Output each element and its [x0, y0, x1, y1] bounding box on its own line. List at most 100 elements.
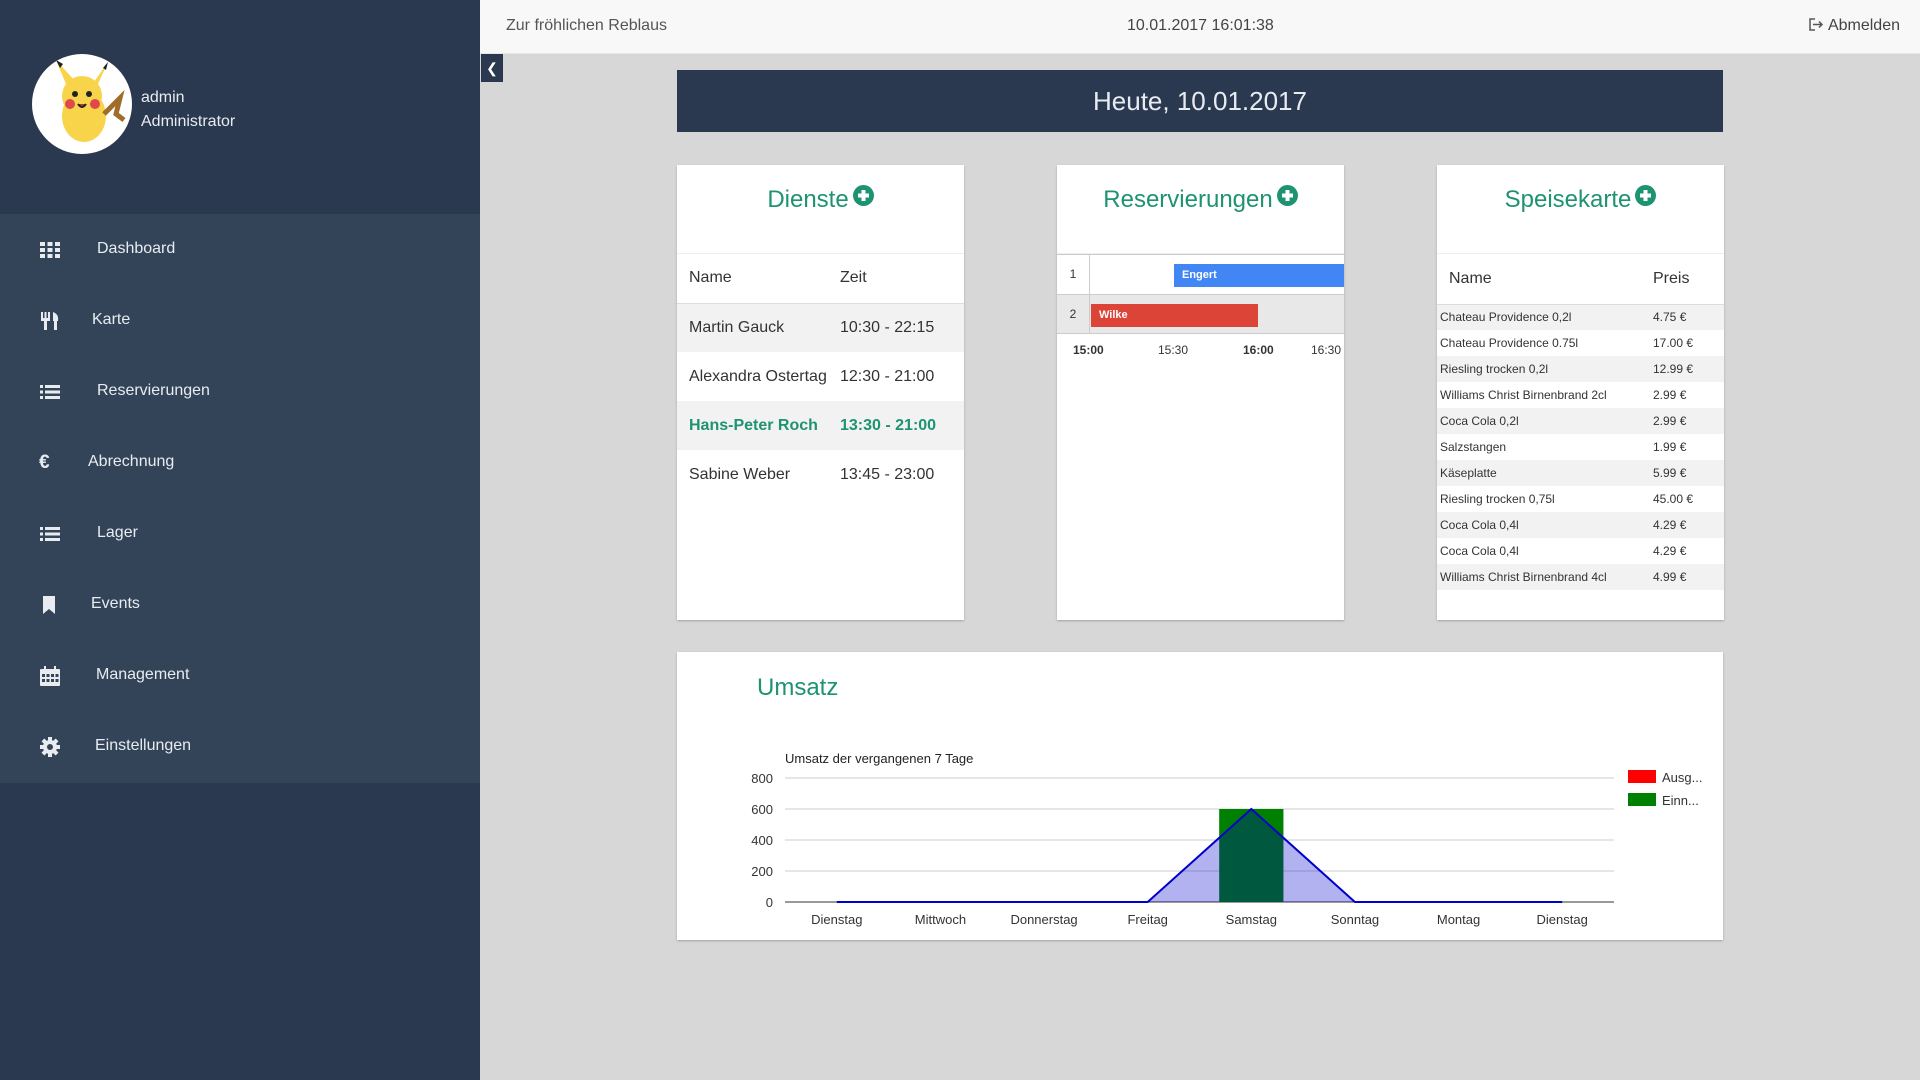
timeline-tick: 16:30 [1311, 343, 1342, 357]
y-tick-label: 400 [751, 833, 773, 848]
dienst-name: Martin Gauck [677, 303, 840, 352]
logout-button[interactable]: Abmelden [1809, 17, 1900, 35]
sidebar-item-events[interactable]: Events [0, 569, 480, 640]
y-tick-label: 0 [766, 895, 773, 910]
reservierungen-card: Reservierungen 1 Engert 2 Wilke 15:00 15… [1057, 165, 1344, 620]
sidebar-menu: Dashboard Karte Reservierungen € Abrechn… [0, 214, 480, 783]
x-tick-label: Samstag [1226, 912, 1277, 927]
dienst-time: 13:30 - 21:00 [840, 401, 964, 450]
umsatz-panel: Umsatz Umsatz der vergangenen 7 Tage 0 200… [677, 652, 1723, 940]
dienst-name: Alexandra Ostertag [689, 367, 827, 385]
item-price: 12.99 € [1653, 356, 1724, 382]
column-header-price: Preis [1653, 254, 1724, 305]
item-name: Coca Cola 0,4l [1437, 512, 1653, 538]
table-row[interactable]: Chateau Providence 0.75l 17.00 € [1437, 330, 1724, 356]
timeline-row-number: 1 [1057, 255, 1090, 294]
item-price: 2.99 € [1653, 388, 1687, 402]
sidebar-item-label: Dashboard [97, 240, 176, 257]
item-name: Chateau Providence 0,2l [1437, 304, 1653, 330]
table-row[interactable]: Chateau Providence 0,2l 4.75 € [1437, 304, 1724, 330]
item-price: 1.99 € [1653, 440, 1687, 454]
item-name: Chateau Providence 0.75l [1440, 336, 1579, 350]
avatar[interactable] [32, 54, 132, 154]
logout-label: Abmelden [1827, 17, 1900, 34]
table-row[interactable]: Coca Cola 0,4l 4.29 € [1437, 538, 1724, 564]
date-banner: Heute, 10.01.2017 [677, 70, 1723, 132]
page-title: Heute, 10.01.2017 [1093, 86, 1307, 116]
sidebar: admin Administrator Dashboard Karte Rese… [0, 0, 480, 1080]
table-header-row: Name Zeit [677, 254, 964, 304]
sidebar-item-management[interactable]: Management [0, 640, 480, 711]
sidebar-item-label: Events [91, 595, 140, 612]
timeline-row: 2 Wilke [1057, 294, 1344, 334]
speisekarte-title-text: Speisekarte [1504, 186, 1632, 213]
sidebar-item-lager[interactable]: Lager [0, 498, 480, 569]
table-row[interactable]: Käseplatte 5.99 € [1437, 460, 1724, 486]
sidebar-collapse-button[interactable]: ❮ [481, 54, 503, 82]
add-speise-icon[interactable] [1635, 185, 1657, 206]
dienst-time: 13:45 - 23:00 [840, 465, 935, 483]
table-row[interactable]: Coca Cola 0,4l 4.29 € [1437, 512, 1724, 538]
item-price: 4.99 € [1653, 564, 1724, 590]
cutlery-icon [41, 312, 59, 330]
timeline-tick: 16:00 [1243, 343, 1274, 357]
user-info: admin Administrator [141, 86, 235, 134]
sidebar-item-einstellungen[interactable]: Einstellungen [0, 711, 480, 782]
y-tick-label: 600 [751, 802, 773, 817]
item-name: Williams Christ Birnenbrand 4cl [1437, 564, 1653, 590]
table-row[interactable]: Alexandra Ostertag 12:30 - 21:00 [677, 352, 964, 401]
table-row[interactable]: Williams Christ Birnenbrand 2cl 2.99 € [1437, 382, 1724, 408]
sidebar-item-abrechnung[interactable]: € Abrechnung [0, 427, 480, 498]
dienste-title-text: Dienste [767, 186, 849, 213]
current-datetime: 10.01.2017 16:01:38 [1127, 17, 1274, 34]
table-row[interactable]: Riesling trocken 0,75l 45.00 € [1437, 486, 1724, 512]
speisekarte-card: Speisekarte Name Preis Chateau Providenc… [1437, 165, 1724, 620]
table-row[interactable]: Sabine Weber 13:45 - 23:00 [677, 450, 964, 499]
speisekarte-title: Speisekarte [1437, 185, 1724, 214]
add-reservierung-icon[interactable] [1276, 185, 1298, 206]
item-name: Coca Cola 0,4l [1440, 544, 1519, 558]
item-price: 2.99 € [1653, 408, 1724, 434]
table-row-highlighted[interactable]: Hans-Peter Roch 13:30 - 21:00 [677, 401, 964, 450]
table-row[interactable]: Coca Cola 0,2l 2.99 € [1437, 408, 1724, 434]
profile: admin Administrator [0, 0, 480, 214]
sidebar-item-dashboard[interactable]: Dashboard [0, 214, 480, 285]
sidebar-item-label: Karte [92, 311, 131, 328]
dienst-name: Hans-Peter Roch [677, 401, 840, 450]
item-price: 4.75 € [1653, 304, 1724, 330]
reservation-bar[interactable]: Engert [1174, 264, 1344, 287]
grid-icon [40, 242, 60, 258]
sidebar-item-karte[interactable]: Karte [0, 285, 480, 356]
reservierungen-title-text: Reservierungen [1103, 186, 1273, 213]
chevron-left-icon: ❮ [486, 60, 498, 76]
table-row[interactable]: Salzstangen 1.99 € [1437, 434, 1724, 460]
x-tick-label: Dienstag [1537, 912, 1588, 927]
dienste-card: Dienste Name Zeit Martin Gauck 10:30 - 2… [677, 165, 964, 620]
sidebar-item-label: Management [96, 666, 190, 683]
reservation-bar[interactable]: Wilke [1091, 304, 1258, 327]
legend-swatch [1628, 793, 1656, 806]
item-price: 4.29 € [1653, 544, 1687, 558]
logout-icon [1809, 18, 1824, 31]
y-tick-label: 800 [751, 771, 773, 786]
x-tick-label: Montag [1437, 912, 1480, 927]
list-icon [40, 385, 60, 399]
table-row[interactable]: Williams Christ Birnenbrand 4cl 4.99 € [1437, 564, 1724, 590]
x-tick-label: Freitag [1127, 912, 1167, 927]
legend-label: Einn... [1662, 793, 1699, 808]
timeline-tick: 15:00 [1073, 343, 1104, 357]
sidebar-item-label: Reservierungen [97, 382, 210, 399]
table-row[interactable]: Martin Gauck 10:30 - 22:15 [677, 303, 964, 352]
x-tick-label: Dienstag [811, 912, 862, 927]
timeline-row: 1 Engert [1057, 254, 1344, 294]
add-dienst-icon[interactable] [852, 185, 874, 206]
sidebar-item-reservierungen[interactable]: Reservierungen [0, 356, 480, 427]
item-name: Williams Christ Birnenbrand 2cl [1440, 388, 1607, 402]
user-role: Administrator [141, 113, 236, 130]
top-bar: Zur fröhlichen Reblaus 10.01.2017 16:01:… [480, 0, 1920, 54]
column-header-name: Name [1437, 254, 1653, 305]
x-tick-label: Donnerstag [1010, 912, 1077, 927]
chart-title: Umsatz der vergangenen 7 Tage [785, 751, 973, 766]
umsatz-chart: Umsatz der vergangenen 7 Tage 0 200 400 600 8… [751, 751, 1702, 927]
table-row[interactable]: Riesling trocken 0,2l 12.99 € [1437, 356, 1724, 382]
